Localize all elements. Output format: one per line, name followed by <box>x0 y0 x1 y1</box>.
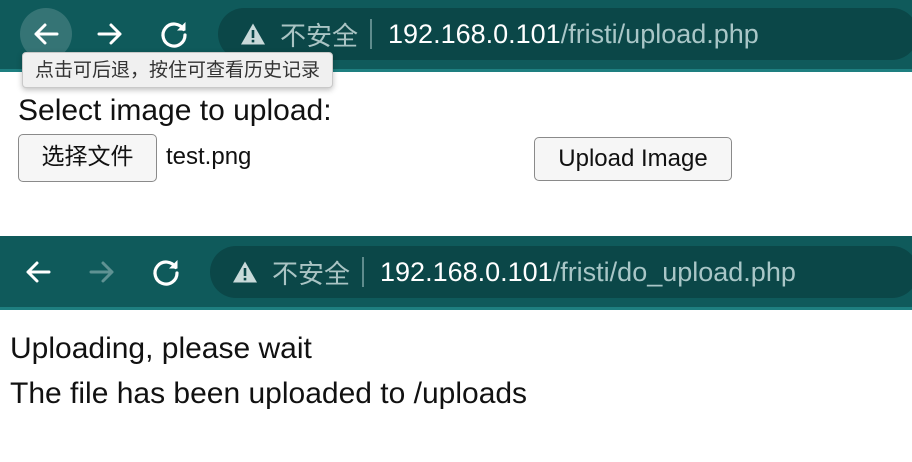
address-bar[interactable]: 不安全 192.168.0.101 /fristi/do_upload.php <box>210 246 912 298</box>
url-host: 192.168.0.101 <box>380 256 553 287</box>
upload-prompt: Select image to upload: <box>18 94 332 127</box>
warning-triangle-icon <box>232 260 258 284</box>
warning-triangle-icon <box>240 22 266 46</box>
reload-button[interactable] <box>140 246 192 298</box>
arrow-left-icon <box>26 261 51 283</box>
arrow-right-icon <box>89 261 114 283</box>
reload-icon <box>161 22 187 48</box>
back-button-tooltip: 点击可后退，按住可查看历史记录 <box>22 52 334 88</box>
choose-file-button[interactable]: 选择文件 <box>18 134 157 182</box>
upload-result-message: The file has been uploaded to /uploads <box>10 377 528 410</box>
selected-file-name: test.png <box>166 143 252 170</box>
url-host: 192.168.0.101 <box>388 18 561 49</box>
address-divider <box>362 257 365 287</box>
url-path: /fristi/do_upload.php <box>552 256 796 287</box>
security-label[interactable]: 不安全 <box>280 16 358 53</box>
reload-icon <box>153 260 179 286</box>
upload-image-button[interactable]: Upload Image <box>534 137 732 181</box>
forward-button-disabled[interactable] <box>76 246 128 298</box>
url-path: /fristi/upload.php <box>560 18 759 49</box>
arrow-left-icon <box>34 23 59 45</box>
security-label[interactable]: 不安全 <box>272 254 350 291</box>
upload-status-message: Uploading, please wait <box>10 332 312 365</box>
browser-toolbar-bottom: 不安全 192.168.0.101 /fristi/do_upload.php <box>0 236 912 310</box>
arrow-right-icon <box>97 23 122 45</box>
back-button[interactable] <box>12 246 64 298</box>
address-divider <box>370 19 373 49</box>
